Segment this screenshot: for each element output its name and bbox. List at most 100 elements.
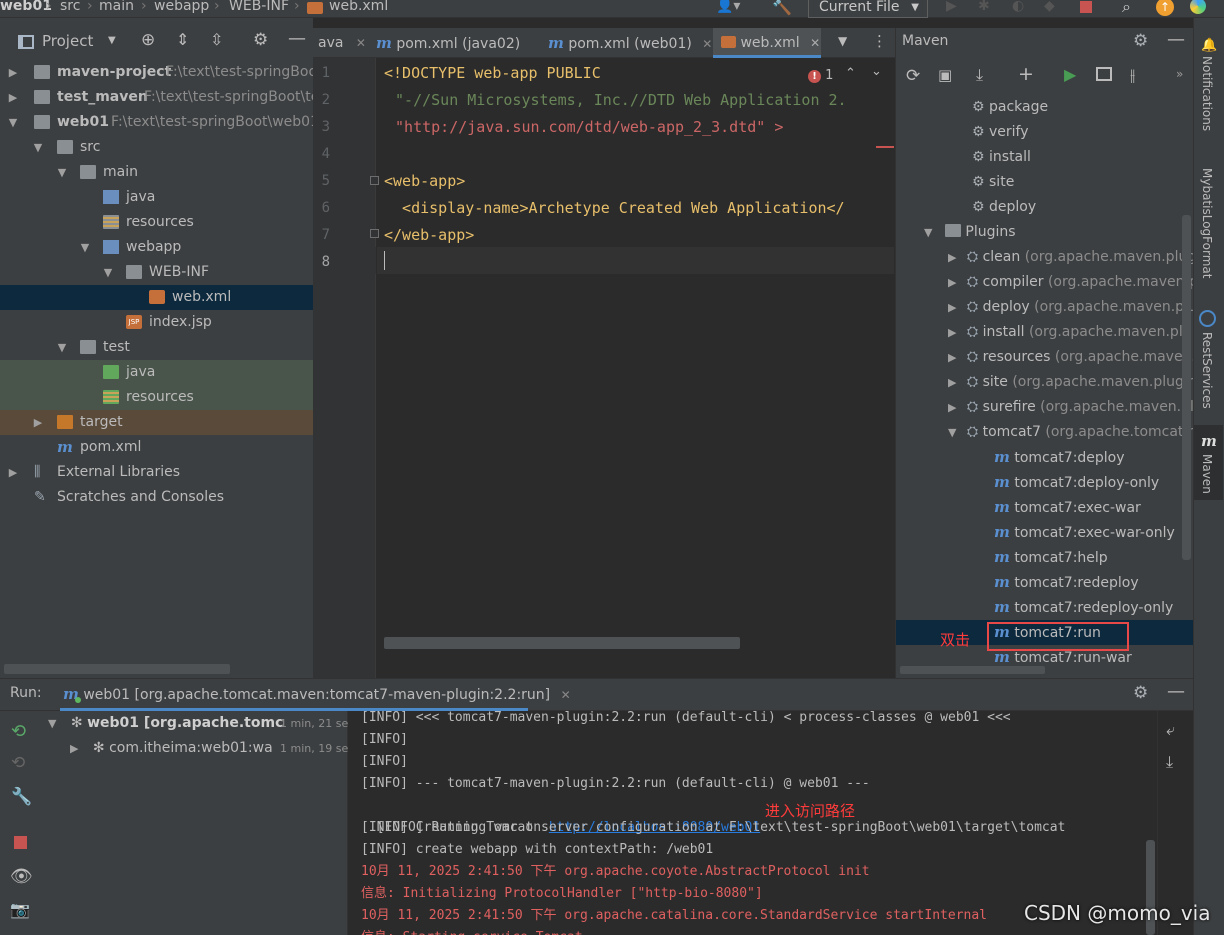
breadcrumb-item[interactable]: WEB-INF	[229, 0, 289, 14]
tree-item-index-jsp[interactable]: JSP index.jsp	[0, 310, 313, 335]
locate-icon[interactable]: ⊕	[141, 30, 155, 50]
toggle-offline-icon[interactable]: ⫲	[1130, 65, 1135, 85]
wrench-icon[interactable]: 🔧	[11, 787, 32, 807]
notifications-icon[interactable]: 🔔	[1201, 38, 1217, 53]
chevron-right-icon[interactable]: ▶	[31, 410, 45, 435]
plugin-site[interactable]: ▶ ⛭ site (org.apache.maven.plugin	[948, 370, 1193, 395]
goal-tomcat7-exec-war-only[interactable]: m tomcat7:exec-war-only	[994, 520, 1175, 545]
tree-item-test-resources[interactable]: resources	[0, 385, 313, 410]
tree-item-java[interactable]: java	[0, 185, 313, 210]
run-config-icon[interactable]	[1096, 67, 1112, 81]
lifecycle-verify[interactable]: ⚙ verify	[972, 120, 1029, 145]
chevron-down-icon[interactable]: ▼	[101, 260, 115, 285]
run-icon[interactable]: ▶	[946, 0, 957, 14]
rerun-failed-icon[interactable]: ⟲	[11, 753, 25, 773]
breadcrumb-item[interactable]: web.xml	[329, 0, 388, 14]
side-tab-maven[interactable]: Maven	[1200, 454, 1214, 494]
build-hammer-icon[interactable]: 🔨	[772, 0, 792, 16]
camera-icon[interactable]: 📷	[10, 900, 30, 919]
plugin-resources[interactable]: ▶ ⛭ resources (org.apache.maven.	[948, 345, 1193, 370]
chevron-right-icon[interactable]: ▶	[948, 251, 956, 264]
goal-tomcat7-exec-war[interactable]: m tomcat7:exec-war	[994, 495, 1141, 520]
chevron-right-icon[interactable]: ▶	[948, 351, 956, 364]
close-icon[interactable]: ✕	[561, 688, 571, 702]
minimize-icon[interactable]: —	[1167, 29, 1185, 50]
eye-icon[interactable]: 👁	[10, 866, 33, 887]
tree-item-scratches[interactable]: ✎ Scratches and Consoles	[0, 485, 313, 510]
tree-item-web-inf[interactable]: ▼ WEB-INF	[0, 260, 313, 285]
tree-item-target[interactable]: ▶ target	[0, 410, 313, 435]
collapse-all-icon[interactable]: ⇳	[210, 30, 223, 49]
reload-icon[interactable]: ⟳	[906, 66, 920, 86]
chevron-right-icon[interactable]: ▶	[6, 85, 20, 110]
chevron-right-icon[interactable]: ▶	[948, 276, 956, 289]
chevron-down-icon[interactable]: ▼	[55, 335, 69, 360]
maven-side-icon[interactable]: m	[1201, 432, 1217, 450]
chevron-down-icon[interactable]: ▼	[78, 235, 92, 260]
chevron-down-icon[interactable]: ▼	[924, 226, 932, 239]
scroll-to-end-icon[interactable]: ⤓	[1166, 752, 1173, 772]
user-icon[interactable]: 👤▾	[716, 0, 740, 14]
chevron-down-icon[interactable]: ▼	[948, 426, 956, 439]
breadcrumb-item[interactable]: src	[60, 0, 80, 14]
chevron-right-icon[interactable]: ▶	[948, 326, 956, 339]
more-icon[interactable]: »	[1176, 67, 1183, 81]
chevron-down-icon[interactable]: ▼	[108, 35, 116, 46]
chevron-down-icon[interactable]: ▼	[55, 160, 69, 185]
chevron-right-icon[interactable]: ▶	[948, 301, 956, 314]
add-folder-icon[interactable]: ▣	[938, 66, 952, 84]
tree-item-external-libraries[interactable]: ▶ ⫼ External Libraries	[0, 460, 313, 485]
tree-item-web01[interactable]: ▼ web01 F:\text\test-springBoot\web01	[0, 110, 313, 135]
fold-marker-icon[interactable]	[370, 176, 379, 185]
tree-item-pom-xml[interactable]: m pom.xml	[0, 435, 313, 460]
tree-item-test-java[interactable]: java	[0, 360, 313, 385]
chevron-down-icon[interactable]: ▼	[6, 110, 20, 135]
rest-services-icon[interactable]	[1199, 310, 1216, 327]
chevron-right-icon[interactable]: ▶	[948, 401, 956, 414]
download-icon[interactable]: ⤓	[976, 65, 983, 85]
error-indicator[interactable]: ! 1	[808, 68, 833, 83]
run-tree-child[interactable]: ▶ ✻ com.itheima:web01:wa 1 min, 19 sec	[70, 736, 348, 761]
stop-icon[interactable]	[1080, 1, 1092, 13]
chevron-right-icon[interactable]: ▶	[6, 460, 20, 485]
lifecycle-package[interactable]: ⚙ package	[972, 95, 1048, 120]
chevron-right-icon[interactable]: ▶	[6, 60, 20, 85]
lifecycle-site[interactable]: ⚙ site	[972, 170, 1014, 195]
add-icon[interactable]: +	[1018, 63, 1034, 85]
side-tab-notifications[interactable]: Notifications	[1200, 56, 1214, 131]
goal-tomcat7-deploy-only[interactable]: m tomcat7:deploy-only	[994, 470, 1159, 495]
minimize-icon[interactable]: —	[288, 28, 306, 49]
breadcrumb-item[interactable]: web01	[0, 0, 52, 14]
lifecycle-install[interactable]: ⚙ install	[972, 145, 1031, 170]
expand-all-icon[interactable]: ⇕	[176, 30, 189, 49]
run-tree-root[interactable]: ▼ ✻ web01 [org.apache.tomc 1 min, 21 sec	[48, 711, 348, 736]
goal-tomcat7-help[interactable]: m tomcat7:help	[994, 545, 1108, 570]
editor-hscrollbar[interactable]	[384, 637, 740, 649]
fold-marker-icon[interactable]	[370, 229, 379, 238]
prev-error-icon[interactable]: ⌃	[845, 66, 856, 81]
search-icon[interactable]: ⌕	[1122, 0, 1131, 17]
project-hscrollbar[interactable]	[4, 664, 230, 674]
tree-item-test[interactable]: ▼ test	[0, 335, 313, 360]
run-tab[interactable]: m web01 [org.apache.tomcat.maven:tomcat7…	[63, 685, 571, 703]
chevron-right-icon[interactable]: ▶	[70, 742, 78, 755]
tree-item-src[interactable]: ▼ src	[0, 135, 313, 160]
tab-web-xml[interactable]: web.xml ✕	[713, 28, 821, 58]
tab-pom-java02[interactable]: m pom.xml (java02)	[376, 28, 520, 58]
gear-icon[interactable]: ⚙	[253, 30, 268, 50]
side-tab-mybatis[interactable]: MybatisLogFormat	[1200, 168, 1214, 278]
tree-item-resources[interactable]: resources	[0, 210, 313, 235]
coverage-icon[interactable]: ◐	[1012, 0, 1024, 14]
more-icon[interactable]: ⋮	[872, 32, 887, 50]
rerun-icon[interactable]: ⟲	[11, 721, 26, 742]
plugin-compiler[interactable]: ▶ ⛭ compiler (org.apache.maven.p	[948, 270, 1193, 295]
plugin-deploy[interactable]: ▶ ⛭ deploy (org.apache.maven.plu	[948, 295, 1193, 320]
plugin-surefire[interactable]: ▶ ⛭ surefire (org.apache.maven.pl	[948, 395, 1193, 420]
debug-icon[interactable]: ✱	[978, 0, 990, 14]
maven-hscrollbar[interactable]	[900, 666, 1045, 674]
tab-pom-web01[interactable]: m pom.xml (web01) ✕	[548, 28, 712, 58]
tree-item-maven-project[interactable]: ▶ maven-project F:\text\test-springBoot	[0, 60, 313, 85]
lifecycle-deploy[interactable]: ⚙ deploy	[972, 195, 1036, 220]
close-icon[interactable]: ✕	[702, 37, 712, 51]
side-tab-rest-services[interactable]: RestServices	[1200, 332, 1214, 409]
